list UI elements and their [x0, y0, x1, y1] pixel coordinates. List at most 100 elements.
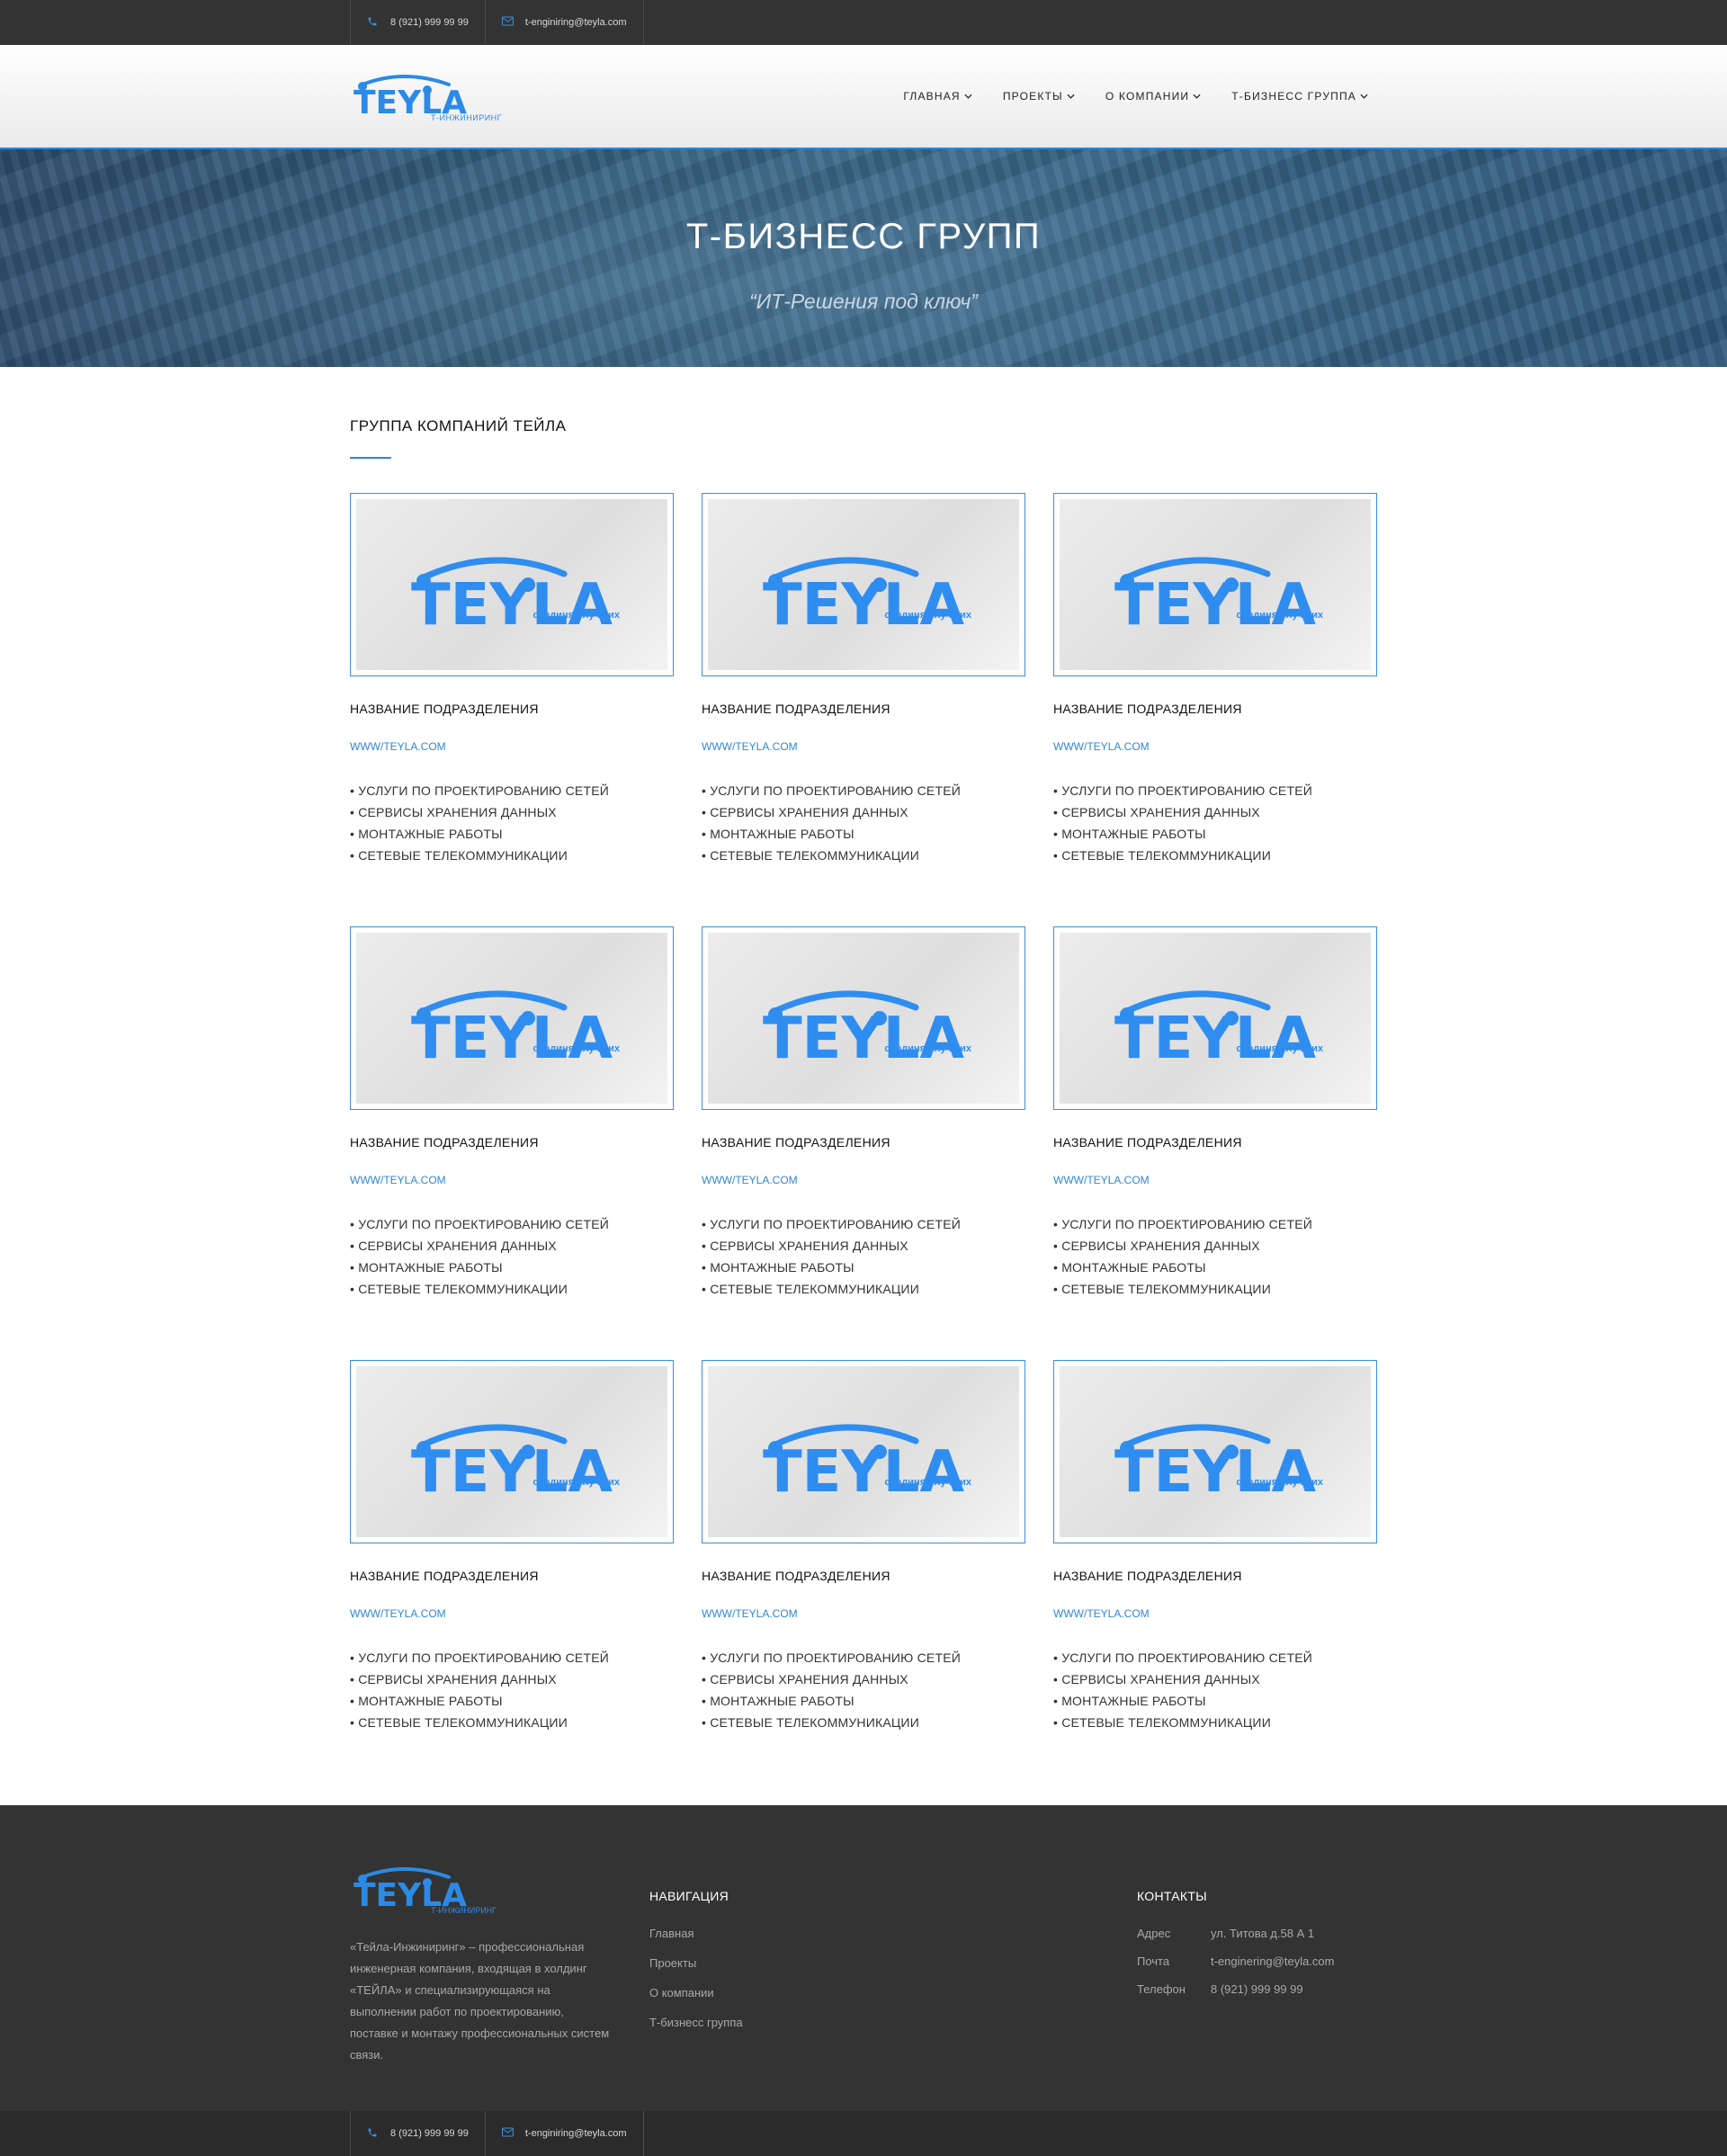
- card-website-link[interactable]: WWW/TEYLA.COM: [702, 740, 1025, 753]
- card-services: • УСЛУГИ ПО ПРОЕКТИРОВАНИЮ СЕТЕЙ • СЕРВИС…: [1053, 1647, 1377, 1733]
- card-services: • УСЛУГИ ПО ПРОЕКТИРОВАНИЮ СЕТЕЙ • СЕРВИС…: [702, 780, 1025, 866]
- company-card: TEYLA соединяя лучших НАЗВАНИЕ ПОДРАЗДЕЛ…: [1053, 1360, 1377, 1794]
- card-website-link[interactable]: WWW/TEYLA.COM: [702, 1174, 1025, 1186]
- service-item: • УСЛУГИ ПО ПРОЕКТИРОВАНИЮ СЕТЕЙ: [702, 1651, 962, 1665]
- card-image[interactable]: TEYLA соединяя лучших: [702, 926, 1025, 1110]
- service-item: • СЕРВИСЫ ХРАНЕНИЯ ДАННЫХ: [1053, 1672, 1260, 1686]
- card-logo-text: TEYLA: [1114, 1439, 1317, 1497]
- card-image-bg: TEYLA соединяя лучших: [708, 1366, 1019, 1537]
- hero-quote: “ИТ-Решения под ключ”: [749, 290, 978, 313]
- service-item: • СЕРВИСЫ ХРАНЕНИЯ ДАННЫХ: [350, 1239, 557, 1253]
- card-image[interactable]: TEYLA соединяя лучших: [1053, 493, 1377, 676]
- card-tagline: соединяя лучших: [532, 1477, 620, 1488]
- contact-address: Адрес ул. Титова д.58 А 1: [1137, 1927, 1334, 1940]
- card-logo-text: TEYLA: [1114, 572, 1317, 630]
- card-title: НАЗВАНИЕ ПОДРАЗДЕЛЕНИЯ: [702, 702, 890, 716]
- top-email-text: t-enginiring@teyla.com: [524, 17, 627, 28]
- card-image[interactable]: TEYLA соединяя лучших: [1053, 926, 1377, 1110]
- service-item: • СЕТЕВЫЕ ТЕЛЕКОММУНИКАЦИИ: [350, 848, 568, 863]
- card-logo-text: TEYLA: [411, 1439, 613, 1497]
- contact-phone-value[interactable]: 8 (921) 999 99 99: [1211, 1982, 1303, 1996]
- chevron-down-icon: [964, 94, 972, 99]
- service-item: • МОНТАЖНЫЕ РАБОТЫ: [1053, 1260, 1206, 1275]
- card-image[interactable]: TEYLA соединяя лучших: [1053, 1360, 1377, 1543]
- footer-nav-about[interactable]: О компании: [649, 1986, 743, 1999]
- card-image-bg: TEYLA соединяя лучших: [356, 1366, 667, 1537]
- nav-label-home: ГЛАВНАЯ: [903, 90, 961, 103]
- card-image-bg: TEYLA соединяя лучших: [1060, 499, 1371, 670]
- top-phone[interactable]: 8 (921) 999 99 99: [350, 0, 485, 45]
- top-bar: 8 (921) 999 99 99 t-enginiring@teyla.com: [0, 0, 1727, 45]
- service-item: • СЕТЕВЫЕ ТЕЛЕКОММУНИКАЦИИ: [1053, 848, 1271, 863]
- service-item: • СЕРВИСЫ ХРАНЕНИЯ ДАННЫХ: [1053, 805, 1260, 819]
- envelope-icon: [501, 2127, 515, 2140]
- card-image[interactable]: TEYLA соединяя лучших: [350, 1360, 674, 1543]
- footer-logo[interactable]: TEYLA Т-ИНЖИНИРИНГ: [350, 1863, 503, 1915]
- service-item: • СЕТЕВЫЕ ТЕЛЕКОММУНИКАЦИИ: [350, 1715, 568, 1730]
- service-item: • СЕРВИСЫ ХРАНЕНИЯ ДАННЫХ: [702, 1239, 908, 1253]
- envelope-icon: [501, 16, 515, 29]
- nav-item-business-group[interactable]: Т-БИЗНЕСС ГРУППА: [1231, 90, 1368, 103]
- service-item: • УСЛУГИ ПО ПРОЕКТИРОВАНИЮ СЕТЕЙ: [1053, 1217, 1313, 1231]
- footer-navigation: НАВИГАЦИЯ Главная Проекты О компании Т-б…: [649, 1889, 743, 2045]
- service-item: • УСЛУГИ ПО ПРОЕКТИРОВАНИЮ СЕТЕЙ: [350, 783, 610, 798]
- service-item: • МОНТАЖНЫЕ РАБОТЫ: [702, 1260, 855, 1275]
- card-image[interactable]: TEYLA соединяя лучших: [350, 493, 674, 676]
- card-website-link[interactable]: WWW/TEYLA.COM: [1053, 1174, 1377, 1186]
- company-card: TEYLA соединяя лучших НАЗВАНИЕ ПОДРАЗДЕЛ…: [1053, 926, 1377, 1360]
- teyla-logo-icon: TEYLA: [353, 1867, 467, 1910]
- card-website-link[interactable]: WWW/TEYLA.COM: [1053, 740, 1377, 753]
- card-tagline: соединяя лучших: [1236, 610, 1323, 621]
- site-footer: TEYLA Т-ИНЖИНИРИНГ «Тейла-Инжиниринг» – …: [0, 1805, 1727, 2111]
- top-email[interactable]: t-enginiring@teyla.com: [484, 0, 644, 45]
- card-website-link[interactable]: WWW/TEYLA.COM: [350, 740, 674, 753]
- card-logo: TEYLA соединяя лучших: [404, 540, 620, 639]
- contact-email: Почта t-enginering@teyla.com: [1137, 1955, 1334, 1968]
- service-item: • СЕРВИСЫ ХРАНЕНИЯ ДАННЫХ: [1053, 1239, 1260, 1253]
- footer-nav-home[interactable]: Главная: [649, 1927, 743, 1940]
- footer-logo-text: TEYLA: [353, 1877, 467, 1910]
- service-item: • СЕТЕВЫЕ ТЕЛЕКОММУНИКАЦИИ: [702, 848, 919, 863]
- card-image[interactable]: TEYLA соединяя лучших: [702, 493, 1025, 676]
- card-image[interactable]: TEYLA соединяя лучших: [350, 926, 674, 1110]
- logo-subtitle: Т-ИНЖИНИРИНГ: [431, 113, 503, 122]
- contact-email-label: Почта: [1137, 1955, 1170, 1968]
- service-item: • УСЛУГИ ПО ПРОЕКТИРОВАНИЮ СЕТЕЙ: [350, 1651, 610, 1665]
- card-tagline: соединяя лучших: [884, 1043, 971, 1054]
- main-content: ГРУППА КОМПАНИЙ ТЕЙЛА TEYLA соединяя луч…: [350, 417, 1377, 1794]
- service-item: • СЕТЕВЫЕ ТЕЛЕКОММУНИКАЦИИ: [702, 1282, 919, 1296]
- site-logo[interactable]: TEYLA Т-ИНЖИНИРИНГ: [350, 70, 503, 122]
- company-card: TEYLA соединяя лучших НАЗВАНИЕ ПОДРАЗДЕЛ…: [702, 493, 1025, 926]
- card-title: НАЗВАНИЕ ПОДРАЗДЕЛЕНИЯ: [1053, 1135, 1242, 1150]
- service-item: • МОНТАЖНЫЕ РАБОТЫ: [350, 1260, 503, 1275]
- nav-item-home[interactable]: ГЛАВНАЯ: [903, 90, 972, 103]
- card-website-link[interactable]: WWW/TEYLA.COM: [350, 1607, 674, 1620]
- card-website-link[interactable]: WWW/TEYLA.COM: [1053, 1607, 1377, 1620]
- service-item: • МОНТАЖНЫЕ РАБОТЫ: [1053, 827, 1206, 841]
- card-tagline: соединяя лучших: [884, 1477, 971, 1488]
- footer-nav-projects[interactable]: Проекты: [649, 1956, 743, 1970]
- contact-email-value[interactable]: t-enginering@teyla.com: [1211, 1955, 1334, 1968]
- card-tagline: соединяя лучших: [1236, 1043, 1323, 1054]
- contact-address-value: ул. Титова д.58 А 1: [1211, 1927, 1315, 1940]
- bottom-phone[interactable]: 8 (921) 999 99 99: [350, 2111, 485, 2156]
- service-item: • СЕТЕВЫЕ ТЕЛЕКОММУНИКАЦИИ: [1053, 1715, 1271, 1730]
- bottom-bar: 8 (921) 999 99 99 t-enginiring@teyla.com: [0, 2111, 1727, 2156]
- nav-item-about[interactable]: О КОМПАНИИ: [1105, 90, 1201, 103]
- company-card: TEYLA соединяя лучших НАЗВАНИЕ ПОДРАЗДЕЛ…: [702, 926, 1025, 1360]
- card-image[interactable]: TEYLA соединяя лучших: [702, 1360, 1025, 1543]
- card-website-link[interactable]: WWW/TEYLA.COM: [702, 1607, 1025, 1620]
- card-logo-text: TEYLA: [411, 1006, 613, 1063]
- footer-description: «Тейла-Инжиниринг» – профессиональная ин…: [350, 1940, 610, 2062]
- card-logo: TEYLA соединяя лучших: [756, 1407, 971, 1506]
- teyla-logo-icon: TEYLA: [353, 75, 467, 117]
- footer-contacts: КОНТАКТЫ Адрес ул. Титова д.58 А 1 Почта…: [1137, 1889, 1334, 2010]
- contact-address-label: Адрес: [1137, 1927, 1171, 1940]
- bottom-email[interactable]: t-enginiring@teyla.com: [484, 2111, 644, 2156]
- card-tagline: соединяя лучших: [532, 1043, 620, 1054]
- footer-nav-business-group[interactable]: Т-бизнесс группа: [649, 2016, 743, 2029]
- footer-contacts-heading: КОНТАКТЫ: [1137, 1889, 1207, 1903]
- card-website-link[interactable]: WWW/TEYLA.COM: [350, 1174, 674, 1186]
- nav-item-projects[interactable]: ПРОЕКТЫ: [1003, 90, 1075, 103]
- card-logo: TEYLA соединяя лучших: [1107, 973, 1323, 1072]
